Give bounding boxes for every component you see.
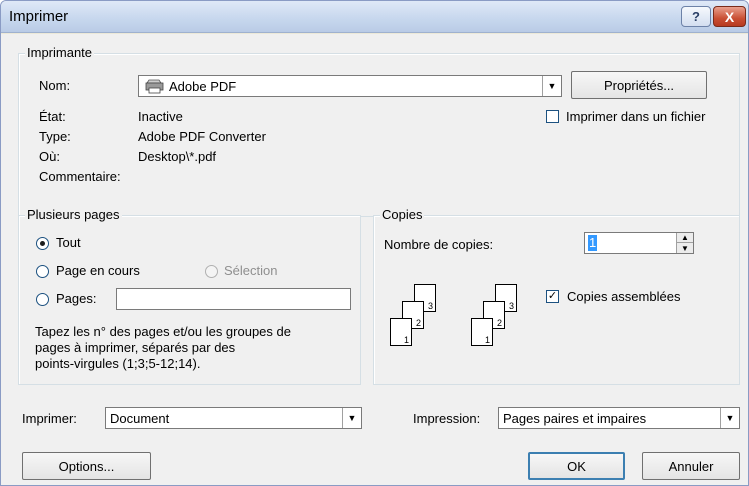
printer-name-select[interactable]: Adobe PDF ▼ [138, 75, 562, 97]
close-button[interactable]: X [713, 6, 746, 27]
printer-name-value: Adobe PDF [169, 79, 237, 94]
print-what-select[interactable]: Document ▼ [105, 407, 362, 429]
options-button[interactable]: Options... [22, 452, 151, 480]
impression-select[interactable]: Pages paires et impaires ▼ [498, 407, 740, 429]
properties-button-label: Propriétés... [603, 77, 675, 93]
current-page-label[interactable]: Page en cours [56, 263, 140, 278]
print-to-file-checkbox[interactable] [546, 110, 559, 123]
print-dialog: Imprimer ? X Imprimante Nom: Adobe PDF ▼ [0, 0, 749, 486]
help-icon: ? [692, 9, 700, 24]
printer-state-label: État: [39, 109, 66, 124]
copies-count-value: 1 [588, 235, 598, 251]
options-button-label: Options... [58, 458, 115, 474]
cancel-button[interactable]: Annuler [642, 452, 740, 480]
copies-count-label: Nombre de copies: [384, 237, 494, 252]
ok-button[interactable]: OK [528, 452, 625, 480]
printer-type-label: Type: [39, 129, 71, 144]
print-to-file-label: Imprimer dans un fichier [566, 109, 706, 124]
window-title: Imprimer [9, 8, 69, 25]
collate-label[interactable]: Copies assemblées [567, 289, 680, 304]
page-icon: 1 [471, 318, 493, 346]
printer-group-legend: Imprimante [25, 45, 95, 60]
spin-down-icon[interactable]: ▼ [677, 243, 693, 253]
printer-where-value: Desktop\*.pdf [138, 149, 217, 164]
chevron-down-icon: ▼ [720, 408, 739, 428]
properties-button[interactable]: Propriétés... [571, 71, 707, 99]
print-what-label: Imprimer: [22, 411, 77, 426]
impression-value: Pages paires et impaires [503, 411, 647, 426]
selection-label: Sélection [224, 263, 278, 278]
help-button[interactable]: ? [681, 6, 711, 27]
pages-input[interactable] [116, 288, 351, 310]
dialog-body: Imprimante Nom: Adobe PDF ▼ Propriétés..… [1, 34, 748, 485]
page-range-group-legend: Plusieurs pages [25, 207, 122, 222]
close-icon: X [724, 8, 735, 25]
printer-where-label: Où: [39, 149, 60, 164]
cancel-button-label: Annuler [668, 458, 714, 474]
printer-type-value: Adobe PDF Converter [138, 129, 266, 144]
printer-group: Imprimante Nom: Adobe PDF ▼ Propriétés..… [18, 45, 740, 217]
current-page-radio[interactable] [36, 265, 49, 278]
title-bar: Imprimer ? X [1, 1, 748, 33]
collate-checkbox[interactable]: ✓ [546, 290, 559, 303]
all-pages-label[interactable]: Tout [56, 235, 81, 250]
pages-radio[interactable] [36, 293, 49, 306]
printer-state-value: Inactive [138, 109, 183, 124]
printer-icon [145, 79, 164, 94]
chevron-down-icon: ▼ [542, 76, 561, 96]
selection-radio[interactable] [205, 265, 218, 278]
page-range-group: Plusieurs pages Tout Page en cours Sélec… [18, 207, 361, 385]
chevron-down-icon: ▼ [342, 408, 361, 428]
printer-name-label: Nom: [39, 78, 71, 93]
copies-group: Copies Nombre de copies: 1 ▲ ▼ 3 2 1 3 2… [373, 207, 740, 385]
all-pages-radio[interactable] [36, 237, 49, 250]
pages-help-line-1: Tapez les n° des pages et/ou les groupes… [35, 324, 291, 339]
collate-illustration-2: 3 2 1 [471, 284, 531, 354]
copies-count-stepper[interactable]: 1 ▲ ▼ [584, 232, 694, 254]
collate-illustration-1: 3 2 1 [390, 284, 450, 354]
pages-help-line-3: points-virgules (1;3;5-12;14). [35, 356, 201, 371]
copies-spin-buttons[interactable]: ▲ ▼ [676, 233, 693, 253]
pages-label[interactable]: Pages: [56, 291, 96, 306]
impression-label: Impression: [413, 411, 481, 426]
print-what-value: Document [110, 411, 170, 426]
ok-button-label: OK [567, 458, 586, 474]
copies-group-legend: Copies [380, 207, 425, 222]
pages-help-line-2: pages à imprimer, séparés par des [35, 340, 236, 355]
page-icon: 1 [390, 318, 412, 346]
spin-up-icon[interactable]: ▲ [677, 233, 693, 243]
printer-comment-label: Commentaire: [39, 169, 121, 184]
